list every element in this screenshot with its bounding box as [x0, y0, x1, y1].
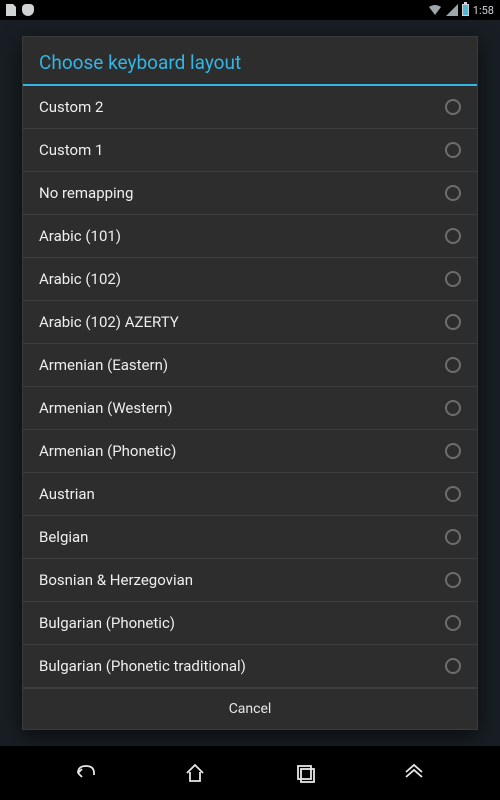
navigation-bar — [0, 746, 500, 800]
battery-icon — [462, 4, 469, 16]
radio-icon — [445, 529, 461, 545]
layout-option[interactable]: Arabic (101) — [23, 215, 477, 258]
layout-label: Armenian (Phonetic) — [39, 442, 176, 460]
radio-icon — [445, 572, 461, 588]
recents-button[interactable] — [281, 749, 329, 797]
home-button[interactable] — [171, 749, 219, 797]
layout-list[interactable]: Custom 2 Custom 1 No remapping Arabic (1… — [23, 86, 477, 688]
back-icon — [72, 759, 100, 787]
layout-option[interactable]: Austrian — [23, 473, 477, 516]
radio-icon — [445, 314, 461, 330]
layout-option[interactable]: Armenian (Eastern) — [23, 344, 477, 387]
layout-option[interactable]: Armenian (Western) — [23, 387, 477, 430]
chevron-up-icon — [400, 759, 428, 787]
radio-icon — [445, 486, 461, 502]
layout-label: Arabic (101) — [39, 227, 121, 245]
clock: 1:58 — [473, 4, 494, 17]
status-right: 1:58 — [428, 4, 494, 17]
layout-option[interactable]: Custom 2 — [23, 86, 477, 129]
layout-label: Armenian (Western) — [39, 399, 173, 417]
layout-label: Bulgarian (Phonetic traditional) — [39, 657, 246, 675]
radio-icon — [445, 185, 461, 201]
layout-option[interactable]: Bulgarian (Phonetic traditional) — [23, 645, 477, 688]
layout-option[interactable]: Belgian — [23, 516, 477, 559]
usb-debug-icon — [22, 4, 34, 16]
layout-label: Belgian — [39, 528, 88, 546]
status-bar: 1:58 — [0, 0, 500, 20]
cancel-button[interactable]: Cancel — [23, 688, 477, 729]
keyboard-layout-dialog: Choose keyboard layout Custom 2 Custom 1… — [22, 36, 478, 730]
layout-option[interactable]: Armenian (Phonetic) — [23, 430, 477, 473]
radio-icon — [445, 99, 461, 115]
status-left — [6, 4, 34, 16]
radio-icon — [445, 400, 461, 416]
layout-option[interactable]: Arabic (102) — [23, 258, 477, 301]
layout-label: Arabic (102) AZERTY — [39, 313, 179, 331]
layout-label: Bosnian & Herzegovian — [39, 571, 193, 589]
layout-option[interactable]: Arabic (102) AZERTY — [23, 301, 477, 344]
layout-label: Custom 1 — [39, 141, 103, 159]
menu-button[interactable] — [390, 749, 438, 797]
dialog-title: Choose keyboard layout — [23, 37, 477, 86]
layout-option[interactable]: Custom 1 — [23, 129, 477, 172]
radio-icon — [445, 443, 461, 459]
signal-icon — [446, 4, 458, 16]
radio-icon — [445, 615, 461, 631]
layout-label: Custom 2 — [39, 98, 103, 116]
layout-label: No remapping — [39, 184, 133, 202]
radio-icon — [445, 142, 461, 158]
radio-icon — [445, 357, 461, 373]
layout-option[interactable]: Bosnian & Herzegovian — [23, 559, 477, 602]
radio-icon — [445, 228, 461, 244]
back-button[interactable] — [62, 749, 110, 797]
layout-option[interactable]: Bulgarian (Phonetic) — [23, 602, 477, 645]
layout-option[interactable]: No remapping — [23, 172, 477, 215]
recents-icon — [291, 759, 319, 787]
layout-label: Austrian — [39, 485, 95, 503]
layout-label: Arabic (102) — [39, 270, 121, 288]
layout-label: Armenian (Eastern) — [39, 356, 168, 374]
sdcard-icon — [6, 4, 16, 16]
radio-icon — [445, 658, 461, 674]
wifi-icon — [428, 4, 442, 16]
radio-icon — [445, 271, 461, 287]
home-icon — [181, 759, 209, 787]
layout-label: Bulgarian (Phonetic) — [39, 614, 175, 632]
